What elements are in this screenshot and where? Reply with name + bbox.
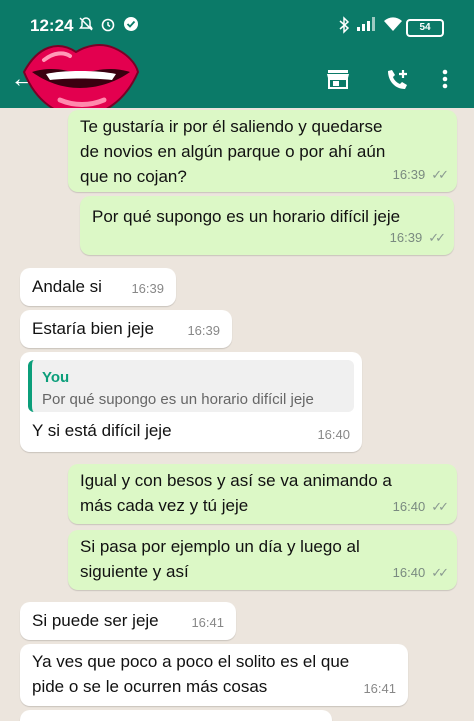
message-bubble-outgoing[interactable]: Por qué supongo es un horario difícil je… bbox=[80, 196, 454, 255]
bluetooth-icon bbox=[338, 16, 350, 37]
message-meta: 16:40 ✓✓ bbox=[392, 560, 449, 585]
message-bubble-incoming-reply[interactable]: You Por qué supongo es un horario difíci… bbox=[20, 352, 362, 452]
quoted-text: Por qué supongo es un horario difícil je… bbox=[42, 391, 314, 408]
message-bubble-incoming[interactable]: Si puede ser jeje 16:41 bbox=[20, 602, 236, 640]
message-text: Ya ves que poco a poco el solito es el q… bbox=[32, 652, 350, 696]
message-meta: 16:39 bbox=[187, 318, 220, 343]
message-meta: 16:40 ✓✓ bbox=[392, 494, 449, 519]
message-text: Si puede ser jeje bbox=[32, 611, 159, 630]
message-time: 16:39 bbox=[187, 323, 220, 338]
message-time: 16:39 bbox=[392, 167, 426, 182]
message-bubble-incoming[interactable]: Ya ves que poco a poco el solito es el q… bbox=[20, 644, 408, 706]
message-bubble-incoming[interactable]: Andale si 16:39 bbox=[20, 268, 176, 306]
status-time: 12:24 bbox=[30, 16, 74, 35]
read-receipt-icon: ✓✓ bbox=[431, 167, 449, 182]
wifi-icon bbox=[383, 16, 403, 35]
add-call-icon[interactable] bbox=[384, 68, 410, 97]
more-options-icon[interactable] bbox=[440, 68, 450, 95]
read-receipt-icon: ✓✓ bbox=[428, 230, 446, 245]
message-bubble-outgoing[interactable]: Igual y con besos y así se va animando a… bbox=[68, 464, 457, 524]
message-bubble-incoming[interactable]: Estaría bien jeje 16:39 bbox=[20, 310, 232, 348]
message-time: 16:39 bbox=[131, 281, 164, 296]
message-time: 16:40 bbox=[392, 499, 426, 514]
signal-icon bbox=[356, 16, 376, 35]
message-time: 16:40 bbox=[317, 427, 350, 442]
read-receipt-icon: ✓✓ bbox=[431, 565, 449, 580]
battery-icon: 54 bbox=[406, 19, 444, 37]
message-list[interactable]: Te gustaría ir por él saliendo y quedars… bbox=[0, 108, 474, 721]
message-text: Andale si bbox=[32, 277, 102, 296]
message-meta: 16:41 bbox=[191, 610, 224, 635]
message-time: 16:41 bbox=[191, 615, 224, 630]
message-text: Estaría bien jeje bbox=[32, 319, 154, 338]
message-text: Si pasa por ejemplo un día y luego al si… bbox=[80, 537, 360, 581]
message-bubble-outgoing[interactable]: Si pasa por ejemplo un día y luego al si… bbox=[68, 530, 457, 590]
message-meta: 16:41 bbox=[363, 676, 396, 701]
message-bubble-incoming-partial[interactable] bbox=[20, 710, 332, 721]
chat-header: ← bbox=[0, 44, 474, 118]
read-receipt-icon: ✓✓ bbox=[431, 499, 449, 514]
message-bubble-outgoing[interactable]: Te gustaría ir por él saliendo y quedars… bbox=[68, 110, 457, 192]
message-time: 16:41 bbox=[363, 681, 396, 696]
message-meta: 16:39 bbox=[131, 276, 164, 301]
message-text: Y si está difícil jeje bbox=[32, 421, 172, 440]
store-icon[interactable] bbox=[326, 68, 350, 95]
quoted-message[interactable]: You Por qué supongo es un horario difíci… bbox=[28, 360, 354, 412]
message-time: 16:40 bbox=[392, 565, 426, 580]
mute-notifications-icon bbox=[78, 16, 94, 35]
message-meta: 16:40 bbox=[317, 422, 350, 447]
message-time: 16:39 bbox=[389, 230, 423, 245]
check-circle-icon bbox=[123, 16, 139, 35]
message-text: Por qué supongo es un horario difícil je… bbox=[92, 207, 401, 226]
message-text: Te gustaría ir por él saliendo y quedars… bbox=[80, 117, 386, 186]
message-meta: 16:39 ✓✓ bbox=[392, 162, 449, 187]
message-text: Igual y con besos y así se va animando a… bbox=[80, 471, 392, 515]
message-meta: 16:39 ✓✓ bbox=[389, 225, 446, 250]
alarm-icon bbox=[100, 16, 116, 35]
